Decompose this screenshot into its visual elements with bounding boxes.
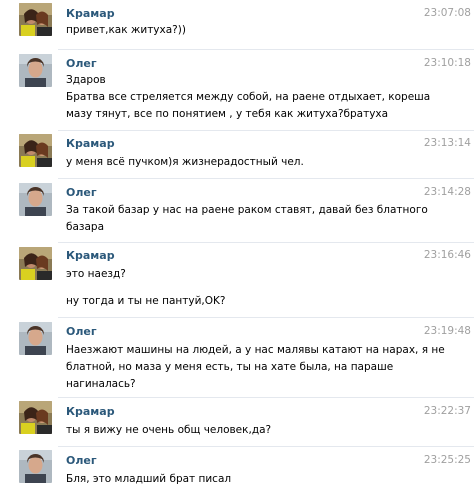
- oleg-avatar[interactable]: [19, 183, 52, 216]
- oleg-avatar[interactable]: [19, 450, 52, 483]
- sender-name[interactable]: Крамар: [66, 405, 115, 418]
- message-divider: [58, 242, 474, 243]
- oleg-avatar[interactable]: [19, 322, 52, 355]
- message-timestamp: 23:16:46: [423, 249, 471, 261]
- sender-name[interactable]: Олег: [66, 57, 97, 70]
- kramar-avatar[interactable]: [19, 247, 52, 280]
- sender-name[interactable]: Крамар: [66, 249, 115, 262]
- message-text-line: это наезд?: [66, 268, 126, 280]
- message-timestamp: 23:19:48: [423, 325, 471, 337]
- message-divider: [58, 317, 474, 318]
- message-divider: [58, 49, 474, 50]
- message-timestamp: 23:07:08: [423, 7, 471, 19]
- message-text-line: Братва все стреляется между собой, на ра…: [66, 91, 431, 103]
- message-text-line: Здаров: [66, 74, 106, 86]
- kramar-avatar[interactable]: [19, 3, 52, 36]
- message-text-line: Наезжают машины на людей, а у нас малявы…: [66, 344, 445, 356]
- kramar-avatar[interactable]: [19, 401, 52, 434]
- message-divider: [58, 178, 474, 179]
- message-timestamp: 23:13:14: [423, 137, 471, 149]
- sender-name[interactable]: Олег: [66, 454, 97, 467]
- kramar-avatar[interactable]: [19, 134, 52, 167]
- message-timestamp: 23:14:28: [423, 186, 471, 198]
- message-text-line: базара: [66, 221, 105, 233]
- sender-name[interactable]: Олег: [66, 186, 97, 199]
- message-timestamp: 23:22:37: [423, 405, 471, 417]
- chat-history: Крамар 23:07:08 привет,как житуха?)) Оле…: [0, 0, 474, 496]
- oleg-avatar[interactable]: [19, 54, 52, 87]
- message-text-line: у меня всё пучком)я жизнерадостный чел.: [66, 156, 304, 168]
- sender-name[interactable]: Олег: [66, 325, 97, 338]
- message-divider: [58, 446, 474, 447]
- message-text-line: ну тогда и ты не пантуй,OK?: [66, 295, 226, 307]
- message-text-line: ты я вижу не очень общ человек,да?: [66, 424, 272, 436]
- message-text-line: мазу тянут, все по понятием , у тебя как…: [66, 108, 389, 120]
- message-text-line: привет,как житуха?)): [66, 24, 186, 36]
- message-text-line: блатной, но маза у меня есть, ты на хате…: [66, 361, 394, 373]
- message-text-line: нагиналась?: [66, 378, 136, 390]
- message-text-line: За такой базар у нас на раене раком став…: [66, 204, 428, 216]
- sender-name[interactable]: Крамар: [66, 7, 115, 20]
- message-timestamp: 23:10:18: [423, 57, 471, 69]
- message-divider: [58, 130, 474, 131]
- message-timestamp: 23:25:25: [423, 454, 471, 466]
- message-text-line: Бля, это младший брат писал: [66, 473, 232, 485]
- sender-name[interactable]: Крамар: [66, 137, 115, 150]
- message-divider: [58, 397, 474, 398]
